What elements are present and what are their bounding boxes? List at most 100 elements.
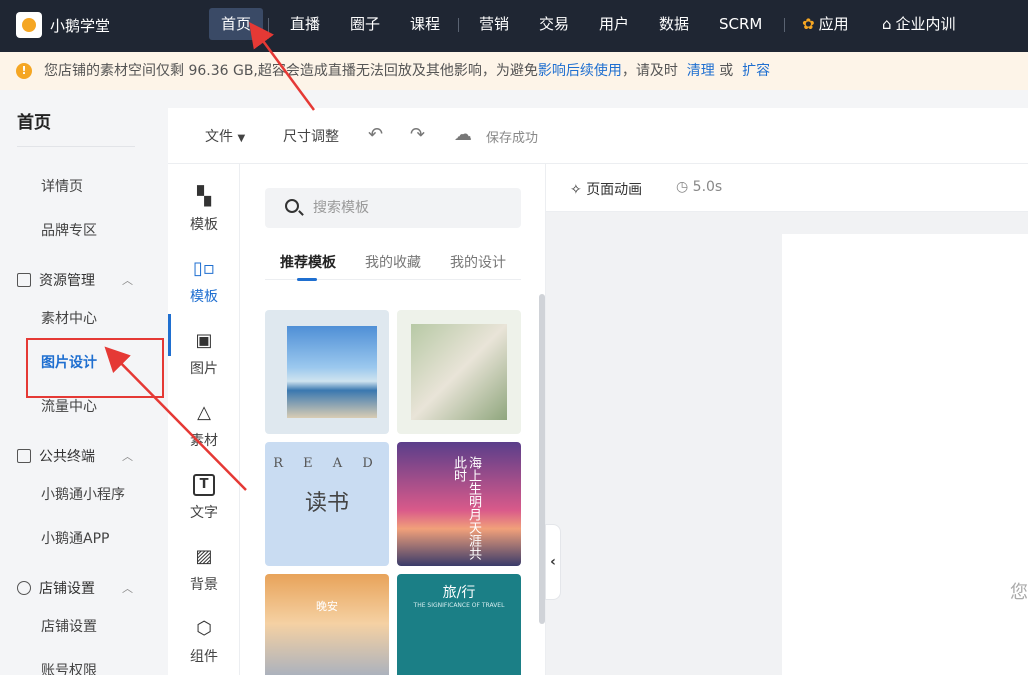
canvas-toolbar: ✧ 页面动画 ◷ 5.0s	[546, 164, 1028, 212]
clean-link[interactable]: 清理	[687, 63, 715, 79]
warning-text: 您店铺的素材空间仅剩 96.36 GB,超容会造成直播无法回放及其他影响，为避免	[44, 63, 538, 79]
top-navigation-bar: 小鹅学堂 首页 直播 圈子 课程 营销 交易 用户 数据 SCRM ✿ 应用 ⌂ 企…	[0, 0, 1028, 52]
rail-item-image[interactable]: ▣ 图片	[168, 330, 240, 378]
template-thumbnail-beach[interactable]	[265, 310, 389, 434]
nav-marketing[interactable]: 营销	[467, 8, 521, 40]
tab-recommended[interactable]: 推荐模板	[280, 252, 336, 272]
rail-label: 图片	[190, 361, 218, 377]
sidebar-group-resources[interactable]: 资源管理	[17, 270, 95, 290]
sidebar-group-store-settings[interactable]: 店铺设置	[17, 578, 95, 598]
sidebar-group-label: 店铺设置	[39, 581, 95, 597]
canvas-area: ✧ 页面动画 ◷ 5.0s 您	[545, 164, 1028, 675]
rail-label: 背景	[190, 577, 218, 593]
template-thumbnail-read[interactable]: R E A D 读书	[265, 442, 389, 566]
annotation-highlight-box	[26, 338, 164, 398]
rail-item-component[interactable]: ⬡ 组件	[168, 618, 240, 666]
editor-toolbar: 文件 ▼ 尺寸调整 ↶ ↷ ☁ 保存成功	[168, 108, 1028, 164]
page-animation-label: 页面动画	[586, 182, 643, 198]
template-title: 旅/行	[442, 585, 476, 601]
cloud-check-icon: ☁	[454, 124, 472, 145]
resources-icon	[17, 273, 31, 287]
template-thumbnail-moon[interactable]: 海上生明月天涯共此时	[397, 442, 521, 566]
sidebar-item-store-settings[interactable]: 店铺设置	[41, 616, 97, 636]
duration-control[interactable]: ◷ 5.0s	[676, 179, 722, 195]
rail-item-background[interactable]: ▨ 背景	[168, 546, 240, 594]
nav-courses[interactable]: 课程	[398, 8, 452, 40]
nav-circle[interactable]: 圈子	[338, 8, 392, 40]
sidebar-item-traffic-center[interactable]: 流量中心	[41, 396, 97, 416]
rail-label: 文字	[190, 505, 218, 521]
brand-name[interactable]: 小鹅学堂	[50, 15, 110, 36]
search-icon	[285, 199, 299, 213]
nav-enterprise-training[interactable]: ⌂ 企业内训	[870, 8, 968, 40]
template-thumbnail-goodnight[interactable]: 晚安	[265, 574, 389, 675]
sidebar-item-brand-zone[interactable]: 品牌专区	[41, 220, 97, 240]
rail-label: 素材	[190, 433, 218, 449]
warning-message: 您店铺的素材空间仅剩 96.36 GB,超容会造成直播无法回放及其他影响，为避免…	[44, 52, 770, 90]
redo-icon[interactable]: ↷	[410, 124, 425, 145]
page-animation-button[interactable]: ✧ 页面动画	[570, 179, 642, 199]
sidebar-item-material-center[interactable]: 素材中心	[41, 308, 97, 328]
nav-home[interactable]: 首页	[209, 8, 264, 40]
design-editor: 文件 ▼ 尺寸调整 ↶ ↷ ☁ 保存成功 ▚ 模板 ▯▫ 模板 ▣ 图片 △ 素材 T文…	[168, 108, 1028, 675]
nav-scrm[interactable]: SCRM	[707, 8, 774, 40]
rail-item-text[interactable]: T 文字	[168, 474, 240, 522]
rail-label: 模板	[190, 217, 218, 233]
nav-users[interactable]: 用户	[587, 8, 641, 40]
sidebar-divider	[17, 146, 135, 147]
image-icon: ▣	[195, 330, 213, 351]
nav-apps[interactable]: ✿ 应用	[790, 8, 861, 40]
text-icon: T	[193, 474, 215, 496]
brand-logo[interactable]	[16, 12, 42, 38]
sparkle-icon: ✧	[570, 182, 582, 198]
sidebar-item-app[interactable]: 小鹅通APP	[41, 528, 109, 548]
nav-live[interactable]: 直播	[278, 8, 332, 40]
template-icon: ▚	[197, 186, 211, 207]
rail-item-template[interactable]: ▚ 模板	[168, 186, 240, 234]
template-thumbnail-travel[interactable]: 旅/行 THE SIGNIFICANCE OF TRAVEL	[397, 574, 521, 675]
collapse-panel-button[interactable]: ‹	[545, 524, 561, 600]
search-input[interactable]	[313, 188, 513, 228]
sidebar-group-public-terminal[interactable]: 公共终端	[17, 446, 95, 466]
impact-link[interactable]: 影响后续使用	[538, 63, 622, 79]
tab-my-designs[interactable]: 我的设计	[450, 252, 506, 272]
tab-underline	[297, 278, 317, 281]
file-menu[interactable]: 文件 ▼	[205, 126, 245, 146]
training-icon: ⌂	[882, 15, 892, 33]
warning-or: 或	[719, 63, 734, 79]
nav-separator	[458, 18, 459, 32]
resize-button[interactable]: 尺寸调整	[283, 126, 339, 146]
template-title: R E A D	[273, 456, 381, 471]
template-search[interactable]	[265, 188, 521, 228]
nav-trade[interactable]: 交易	[527, 8, 581, 40]
chevron-up-icon[interactable]: ︿	[122, 580, 133, 596]
template-tabs: 推荐模板 我的收藏 我的设计	[265, 240, 521, 281]
design-canvas[interactable]	[782, 234, 1028, 675]
file-menu-label: 文件	[205, 129, 233, 145]
save-status: 保存成功	[486, 131, 539, 146]
rail-item-layout[interactable]: ▯▫ 模板	[168, 258, 240, 306]
tab-favorites[interactable]: 我的收藏	[365, 252, 421, 272]
chevron-up-icon[interactable]: ︿	[122, 272, 133, 288]
nav-separator	[784, 18, 785, 32]
nav-training-label: 企业内训	[895, 15, 956, 33]
sidebar-item-account-permissions[interactable]: 账号权限	[41, 660, 97, 675]
shapes-icon: △	[197, 402, 211, 423]
template-text: 晚安	[316, 600, 338, 613]
expand-link[interactable]: 扩容	[742, 63, 770, 79]
clock-icon: ◷	[676, 179, 689, 195]
template-subtitle: THE SIGNIFICANCE OF TRAVEL	[413, 602, 505, 609]
rail-item-material[interactable]: △ 素材	[168, 402, 240, 450]
sidebar-item-detail-page[interactable]: 详情页	[41, 176, 83, 196]
sidebar-group-label: 资源管理	[39, 273, 95, 289]
chevron-up-icon[interactable]: ︿	[122, 448, 133, 464]
sidebar-item-mini-program[interactable]: 小鹅通小程序	[41, 484, 125, 504]
nav-data[interactable]: 数据	[647, 8, 701, 40]
chevron-left-icon: ‹	[550, 554, 556, 570]
template-thumbnail-portrait[interactable]	[397, 310, 521, 434]
sidebar-group-label: 公共终端	[39, 449, 95, 465]
undo-icon[interactable]: ↶	[368, 124, 383, 145]
warning-icon: !	[16, 63, 32, 79]
gear-icon	[17, 581, 31, 595]
template-text: 读书	[304, 491, 349, 516]
